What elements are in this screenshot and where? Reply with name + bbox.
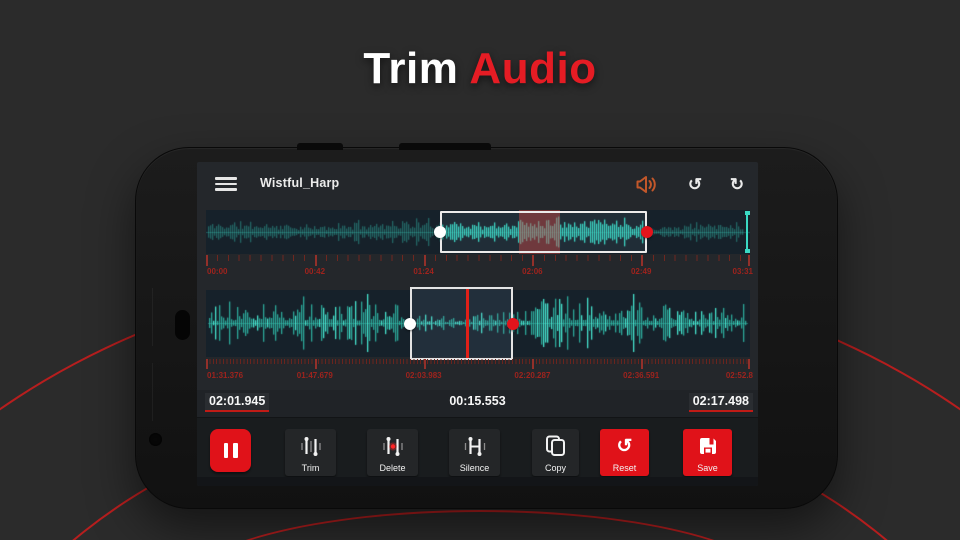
phone-antenna-line: [152, 363, 153, 421]
selection-end-time[interactable]: 02:17.498: [689, 393, 753, 412]
copy-icon: [532, 429, 579, 463]
tick-label: 03:31: [733, 267, 753, 276]
copy-label: Copy: [545, 463, 566, 473]
zoom-ruler-labels: 01:31.376 01:47.679 02:03.983 02:20.287 …: [206, 371, 750, 382]
volume-icon[interactable]: [635, 172, 659, 196]
delete-label: Delete: [379, 463, 405, 473]
app-screen: Wistful_Harp ↺ ↻: [197, 162, 758, 486]
trim-button[interactable]: Trim: [285, 429, 336, 476]
tick-label: 01:24: [413, 267, 433, 276]
tick-label: 02:03.983: [406, 371, 442, 380]
undo-icon[interactable]: ↺: [683, 172, 707, 196]
action-bar: Trim: [197, 417, 758, 477]
trim-label: Trim: [302, 463, 320, 473]
tick-label: 02:52.8: [726, 371, 753, 380]
save-label: Save: [697, 463, 718, 473]
app-toolbar: Wistful_Harp ↺ ↻: [197, 162, 758, 206]
reset-label: Reset: [613, 463, 637, 473]
redo-icon[interactable]: ↻: [725, 172, 749, 196]
zoom-ruler: [206, 359, 750, 370]
track-title: Wistful_Harp: [260, 176, 339, 190]
page-title: Trim Audio: [0, 44, 960, 94]
menu-icon[interactable]: [215, 177, 237, 191]
reset-icon: ↺: [600, 429, 649, 463]
end-cursor: [746, 211, 748, 253]
phone-earpiece: [175, 310, 190, 340]
phone-volume-button: [399, 143, 491, 150]
selection-start-time[interactable]: 02:01.945: [205, 393, 269, 412]
pause-button[interactable]: [210, 429, 251, 472]
phone-mockup: Wistful_Harp ↺ ↻: [135, 147, 838, 509]
tick-label: 01:31.376: [207, 371, 243, 380]
page-background: Trim Audio Wistful_Harp ↺ ↻: [0, 0, 960, 540]
silence-button[interactable]: Silence: [449, 429, 500, 476]
tick-label: 02:06: [522, 267, 542, 276]
copy-button[interactable]: Copy: [532, 429, 579, 476]
pause-icon: [224, 443, 238, 458]
tick-label: 02:20.287: [514, 371, 550, 380]
overview-selection-box[interactable]: [440, 211, 647, 253]
phone-camera: [149, 433, 162, 446]
tick-label: 02:36.591: [623, 371, 659, 380]
selection-start-handle[interactable]: [434, 226, 446, 238]
page-title-white: Trim: [363, 44, 458, 93]
playhead[interactable]: [466, 289, 469, 358]
overview-ruler: [206, 255, 750, 267]
silence-label: Silence: [460, 463, 490, 473]
waveform-zoom[interactable]: [206, 290, 750, 357]
delete-button[interactable]: Delete: [367, 429, 418, 476]
selection-end-handle[interactable]: [641, 226, 653, 238]
phone-antenna-line: [152, 288, 153, 346]
screen-bottom-strip: [197, 477, 758, 486]
save-button[interactable]: Save: [683, 429, 732, 476]
phone-power-button: [297, 143, 343, 150]
zoom-selection-box[interactable]: [410, 287, 513, 360]
tick-label: 00:00: [207, 267, 227, 276]
reset-button[interactable]: ↺ Reset: [600, 429, 649, 476]
selection-length-time: 00:15.553: [445, 393, 509, 410]
silence-icon: [449, 429, 500, 463]
tick-label: 00:42: [305, 267, 325, 276]
tick-label: 01:47.679: [297, 371, 333, 380]
waveform-overview[interactable]: [206, 210, 750, 254]
time-readout-row: 02:01.945 00:15.553 02:17.498: [197, 390, 758, 417]
save-icon: [683, 429, 732, 463]
delete-icon: [367, 429, 418, 463]
zoom-selection-end-handle[interactable]: [507, 318, 519, 330]
tick-label: 02:49: [631, 267, 651, 276]
zoom-selection-start-handle[interactable]: [404, 318, 416, 330]
trim-icon: [285, 429, 336, 463]
overview-ruler-labels: 00:00 00:42 01:24 02:06 02:49 03:31: [206, 267, 750, 278]
page-title-red: Audio: [458, 44, 596, 93]
